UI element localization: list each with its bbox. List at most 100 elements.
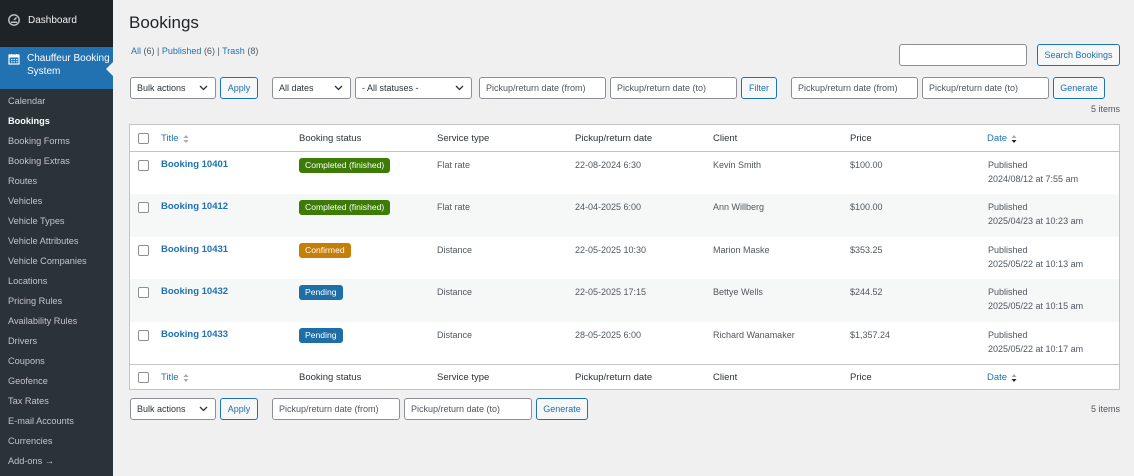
sidebar-item-vehicle-attributes[interactable]: Vehicle Attributes xyxy=(0,231,113,251)
column-client-footer: Client xyxy=(713,372,738,383)
sidebar-item-routes[interactable]: Routes xyxy=(0,171,113,191)
table-footer-row: Title Booking status Service type Pickup… xyxy=(130,364,1119,390)
sidebar-item-pricing-rules[interactable]: Pricing Rules xyxy=(0,291,113,311)
dates-value: All dates xyxy=(279,83,314,93)
booking-title-link[interactable]: Booking 10432 xyxy=(161,286,228,297)
pickup-date-from-input[interactable]: Pickup/return date (from) xyxy=(479,77,606,99)
column-status-header: Booking status xyxy=(299,133,362,144)
dates-select[interactable]: All dates xyxy=(272,77,351,99)
export-date-to-input-bottom[interactable]: Pickup/return date (to) xyxy=(404,398,532,420)
view-all-count: (6) xyxy=(143,46,155,56)
row-checkbox[interactable] xyxy=(138,287,149,299)
column-price-header: Price xyxy=(850,133,872,144)
column-pickup-header: Pickup/return date xyxy=(575,133,653,144)
sidebar-item-vehicles[interactable]: Vehicles xyxy=(0,191,113,211)
export-date-from-input[interactable]: Pickup/return date (from) xyxy=(791,77,918,99)
table-row: Booking 10433 Pending Distance 28-05-2025 6… xyxy=(130,322,1119,364)
column-date-footer[interactable]: Date xyxy=(987,372,1017,383)
view-trash-count: (8) xyxy=(247,46,259,56)
sidebar-item-calendar[interactable]: Calendar xyxy=(0,91,113,111)
date-state: Published xyxy=(988,329,1028,340)
tablenav-top: Bulk actions Apply All dates - All statu… xyxy=(130,77,1105,99)
statuses-value: - All statuses - xyxy=(362,83,419,93)
view-all-link[interactable]: All xyxy=(131,46,141,56)
price-cell: $1,357.24 xyxy=(850,329,891,340)
bulk-actions-select[interactable]: Bulk actions xyxy=(130,77,216,99)
view-published-link[interactable]: Published xyxy=(162,46,202,56)
sidebar-item-currencies[interactable]: Currencies xyxy=(0,431,113,451)
price-cell: $100.00 xyxy=(850,160,883,170)
column-title-footer[interactable]: Title xyxy=(161,372,189,383)
view-trash-link[interactable]: Trash xyxy=(222,46,245,56)
column-service-footer: Service type xyxy=(437,372,490,383)
export-date-to-input[interactable]: Pickup/return date (to) xyxy=(922,77,1049,99)
booking-title-link[interactable]: Booking 10431 xyxy=(161,244,228,255)
column-status-footer: Booking status xyxy=(299,372,362,383)
sidebar-item-tax-rates[interactable]: Tax Rates xyxy=(0,391,113,411)
search-input[interactable] xyxy=(899,44,1027,66)
date-value: 2025/05/22 at 10:15 am xyxy=(988,301,1084,312)
status-badge: Completed (finished) xyxy=(299,200,391,216)
status-views: All (6) | Published (6) | Trash (8) xyxy=(131,46,258,56)
status-badge: Completed (finished) xyxy=(299,158,391,173)
sidebar-item-bookings[interactable]: Bookings xyxy=(0,111,113,131)
row-checkbox[interactable] xyxy=(138,202,149,214)
sidebar-item-availability-rules[interactable]: Availability Rules xyxy=(0,311,113,331)
column-price-footer: Price xyxy=(850,372,872,383)
generate-button-bottom[interactable]: Generate xyxy=(536,398,588,420)
export-date-from-input-bottom[interactable]: Pickup/return date (from) xyxy=(272,398,400,420)
items-count-top: 5 items xyxy=(1090,104,1120,114)
menu-dashboard[interactable]: Dashboard xyxy=(0,8,113,32)
pickup-date-to-input[interactable]: Pickup/return date (to) xyxy=(610,77,737,99)
sidebar-item-booking-extras[interactable]: Booking Extras xyxy=(0,151,113,171)
chevron-down-icon xyxy=(453,82,465,94)
sidebar-item-locations[interactable]: Locations xyxy=(0,271,113,291)
sidebar-item-e-mail-accounts[interactable]: E-mail Accounts xyxy=(0,411,113,431)
tablenav-bottom: Bulk actions Apply Pickup/return date (f… xyxy=(130,398,588,420)
sidebar-item-vehicle-types[interactable]: Vehicle Types xyxy=(0,211,113,231)
sidebar-item-add-ons[interactable]: Add-ons → xyxy=(0,451,113,471)
main-content: Bookings All (6) | Published (6) | Trash… xyxy=(113,0,1134,476)
booking-title-link[interactable]: Booking 10412 xyxy=(161,201,228,212)
row-checkbox[interactable] xyxy=(138,329,149,341)
table-row: Booking 10432 Pending Distance 22-05-2025 1… xyxy=(130,279,1119,322)
apply-button[interactable]: Apply xyxy=(220,77,258,99)
column-date-label: Date xyxy=(987,133,1008,144)
date-cell: Published 2025/05/22 at 10:15 am xyxy=(988,285,1083,313)
row-checkbox[interactable] xyxy=(138,244,149,256)
select-all-checkbox-footer[interactable] xyxy=(138,372,149,383)
menu-chauffeur-booking-system[interactable]: Chauffeur Booking System xyxy=(0,47,113,89)
column-date-header[interactable]: Date xyxy=(987,133,1017,144)
date-cell: Published 2025/05/22 at 10:17 am xyxy=(988,328,1083,356)
date-value: 2024/08/12 at 7:55 am xyxy=(988,174,1079,184)
filter-button[interactable]: Filter xyxy=(741,77,777,99)
service-type-cell: Flat rate xyxy=(437,160,471,170)
column-date-label: Date xyxy=(987,372,1008,383)
sidebar-item-geofence[interactable]: Geofence xyxy=(0,371,113,391)
admin-sidebar: Dashboard Chauffeur Booking System Calen… xyxy=(0,0,113,476)
chevron-down-icon xyxy=(332,82,344,94)
row-checkbox[interactable] xyxy=(138,160,149,171)
bulk-actions-value: Bulk actions xyxy=(137,83,186,93)
sidebar-item-booking-forms[interactable]: Booking Forms xyxy=(0,131,113,151)
column-client-header: Client xyxy=(713,133,738,144)
select-all-checkbox[interactable] xyxy=(138,133,149,144)
status-badge: Confirmed xyxy=(299,242,351,258)
sidebar-item-drivers[interactable]: Drivers xyxy=(0,331,113,351)
date-value: 2025/05/22 at 10:17 am xyxy=(988,343,1084,354)
date-state: Published xyxy=(988,160,1028,170)
column-title-header[interactable]: Title xyxy=(161,133,189,144)
menu-plugin-label: Chauffeur Booking System xyxy=(27,53,110,77)
booking-title-link[interactable]: Booking 10401 xyxy=(161,159,228,170)
sort-arrows-icon xyxy=(183,134,189,144)
booking-title-link[interactable]: Booking 10433 xyxy=(161,329,228,340)
bulk-actions-select-bottom[interactable]: Bulk actions xyxy=(130,398,216,420)
sidebar-item-coupons[interactable]: Coupons xyxy=(0,351,113,371)
generate-button[interactable]: Generate xyxy=(1053,77,1105,99)
client-cell: Ann Willberg xyxy=(713,202,765,213)
statuses-select[interactable]: - All statuses - xyxy=(355,77,472,99)
sidebar-item-vehicle-companies[interactable]: Vehicle Companies xyxy=(0,251,113,271)
search-bookings-button[interactable]: Search Bookings xyxy=(1037,44,1120,66)
price-cell: $353.25 xyxy=(850,244,883,255)
apply-button-bottom[interactable]: Apply xyxy=(220,398,258,420)
